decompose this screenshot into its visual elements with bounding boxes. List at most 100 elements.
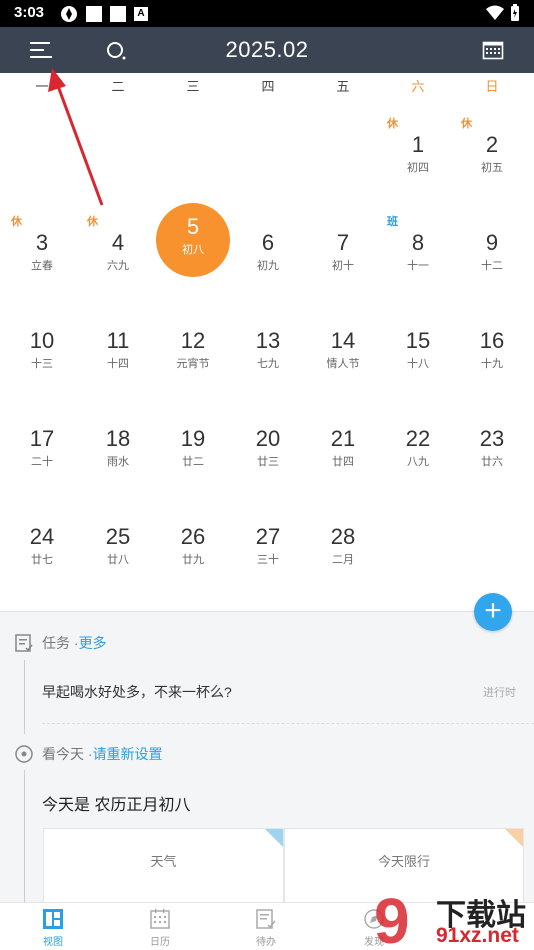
lunar-date: 情人节	[326, 358, 360, 370]
lunar-date: 十九	[481, 358, 503, 370]
task-item-status: 进行时	[483, 687, 516, 699]
weather-card[interactable]: 天气	[43, 828, 284, 904]
calendar-day[interactable]: 25 廿八	[81, 507, 155, 587]
todo-icon	[256, 909, 276, 929]
lunar-date: 廿八	[107, 554, 129, 566]
day-number: 14	[330, 328, 356, 353]
day-number: 6	[261, 230, 275, 255]
notification-square-icon	[110, 6, 126, 22]
day-number: 8	[411, 230, 425, 255]
calendar-day[interactable]: 休 2 初五	[455, 115, 529, 195]
calendar-day[interactable]: 11 十四	[81, 311, 155, 391]
add-button[interactable]: +	[474, 593, 512, 631]
day-number: 25	[105, 524, 131, 549]
lunar-date: 十一	[407, 260, 429, 272]
calendar-day[interactable]: 10 十三	[5, 311, 79, 391]
weekday-header: 一二三四五六日	[0, 76, 534, 98]
calendar-day[interactable]: 19 廿二	[156, 409, 230, 489]
task-item-text[interactable]: 早起喝水好处多，不来一杯么?	[42, 682, 232, 702]
app-notification-icon	[61, 6, 77, 22]
calendar-day[interactable]: 6 初九	[231, 213, 305, 293]
lunar-date: 三十	[257, 554, 279, 566]
day-number: 22	[405, 426, 431, 451]
calendar-day[interactable]: 18 雨水	[81, 409, 155, 489]
calendar-day[interactable]: 休 4 六九	[81, 213, 155, 293]
nav-todo-label: 待办	[256, 937, 276, 948]
task-section-title: 任务 ·	[42, 635, 79, 651]
day-number: 4	[111, 230, 125, 255]
calendar-day[interactable]: 14 情人节	[306, 311, 380, 391]
day-number: 28	[330, 524, 356, 549]
card-corner	[505, 829, 523, 847]
calendar-day[interactable]: 20 廿三	[231, 409, 305, 489]
task-more-link[interactable]: 更多	[79, 633, 107, 653]
day-number: 19	[180, 426, 206, 451]
weekday-label: 四	[261, 79, 275, 94]
divider	[42, 723, 534, 724]
lunar-date: 廿六	[481, 456, 503, 468]
day-number: 7	[336, 230, 350, 255]
holiday-badge: 休	[11, 216, 22, 228]
calendar-day[interactable]: 7 初十	[306, 213, 380, 293]
calendar-day[interactable]: 27 三十	[231, 507, 305, 587]
calendar-day[interactable]: 班 8 十一	[381, 213, 455, 293]
watermark-url: 91xz.net	[436, 924, 519, 947]
today-summary: 今天是 农历正月初八	[42, 797, 191, 814]
traffic-card-label: 今天限行	[377, 854, 430, 869]
calendar-day[interactable]: 16 十九	[455, 311, 529, 391]
day-number: 13	[255, 328, 281, 353]
calendar-icon	[150, 909, 170, 929]
calendar-day[interactable]: 休 3 立春	[5, 213, 79, 293]
nav-view[interactable]: 视图	[23, 907, 83, 948]
lunar-date: 二十	[31, 456, 53, 468]
lunar-date: 初九	[257, 260, 279, 272]
day-number: 23	[479, 426, 505, 451]
weekday-label: 一	[35, 79, 49, 94]
month-title[interactable]: 2025.02	[0, 37, 534, 63]
calendar-grid-icon[interactable]	[482, 39, 504, 61]
lunar-date: 七九	[257, 358, 279, 370]
day-number: 11	[106, 328, 130, 353]
nav-todo[interactable]: 待办	[236, 907, 296, 948]
calendar-day[interactable]: 17 二十	[5, 409, 79, 489]
lunar-date: 立春	[31, 260, 53, 272]
lunar-date: 初十	[332, 260, 354, 272]
lunar-date: 六九	[107, 260, 129, 272]
card-corner	[265, 829, 283, 847]
day-number: 15	[405, 328, 431, 353]
timeline-line	[24, 770, 25, 902]
calendar-day[interactable]: 15 十八	[381, 311, 455, 391]
calendar-day-today[interactable]: 5 初八	[156, 203, 230, 283]
day-number: 21	[330, 426, 356, 451]
nav-view-label: 视图	[43, 937, 63, 948]
day-number: 17	[29, 426, 55, 451]
day-number: 3	[35, 230, 49, 255]
lunar-date: 十八	[407, 358, 429, 370]
wifi-icon	[486, 5, 504, 20]
lunar-date: 十二	[481, 260, 503, 272]
day-number: 10	[29, 328, 55, 353]
calendar-day[interactable]: 26 廿九	[156, 507, 230, 587]
calendar-day[interactable]: 24 廿七	[5, 507, 79, 587]
calendar-day[interactable]: 28 二月	[306, 507, 380, 587]
calendar-day[interactable]: 9 十二	[455, 213, 529, 293]
calendar-day[interactable]: 12 元宵节	[156, 311, 230, 391]
calendar-day[interactable]: 22 八九	[381, 409, 455, 489]
nav-calendar[interactable]: 日历	[130, 907, 190, 948]
day-number: 18	[105, 426, 131, 451]
day-number: 9	[485, 230, 499, 255]
day-number: 5	[186, 214, 200, 239]
calendar-day[interactable]: 21 廿四	[306, 409, 380, 489]
lunar-date: 二月	[332, 554, 354, 566]
calendar-day[interactable]: 休 1 初四	[381, 115, 455, 195]
day-number: 27	[255, 524, 281, 549]
lunar-date: 雨水	[107, 456, 129, 468]
day-number: 20	[255, 426, 281, 451]
calendar-day[interactable]: 23 廿六	[455, 409, 529, 489]
lunar-date: 廿二	[182, 456, 204, 468]
reset-settings-link[interactable]: 请重新设置	[93, 744, 163, 764]
calendar-day[interactable]: 13 七九	[231, 311, 305, 391]
holiday-badge: 休	[87, 216, 98, 228]
lunar-date: 十三	[31, 358, 53, 370]
task-section-header: 任务 · 更多	[14, 633, 107, 653]
